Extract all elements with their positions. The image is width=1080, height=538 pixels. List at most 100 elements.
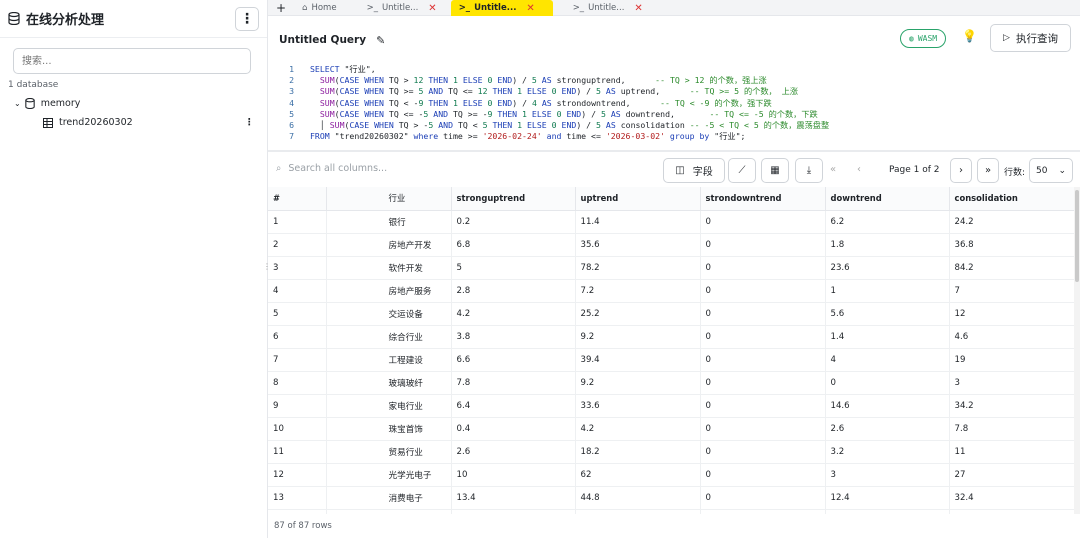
table-cell[interactable]: 0 (700, 371, 826, 396)
table-cell[interactable]: 13 (268, 486, 327, 511)
table-cell[interactable]: 0.4 (451, 417, 576, 442)
table-cell[interactable]: 贸易行业 (326, 440, 452, 465)
table-cell[interactable]: 0 (700, 463, 826, 488)
table-cell[interactable]: 5 (268, 302, 327, 326)
table-cell[interactable]: 交运设备 (326, 302, 452, 326)
sidebar-search[interactable] (13, 48, 251, 74)
table-cell[interactable]: 珠宝首饰 (326, 417, 452, 442)
table-scrollbar-thumb[interactable] (1075, 190, 1079, 282)
table-cell[interactable] (268, 509, 327, 514)
column-header[interactable]: # (268, 187, 327, 211)
editor-divider[interactable] (268, 150, 1080, 152)
table-cell[interactable]: 消费电子 (326, 486, 452, 511)
fields-button[interactable]: ◫ 字段 (663, 158, 725, 183)
table-cell[interactable]: 7 (949, 279, 1074, 303)
table-cell[interactable]: 9.2 (575, 371, 701, 396)
table-cell[interactable]: 11 (268, 440, 327, 465)
table-cell[interactable]: 27 (949, 463, 1074, 488)
table-cell[interactable]: 6 (268, 325, 327, 349)
sidebar-search-input[interactable] (14, 49, 250, 73)
table-cell[interactable]: 6.6 (451, 348, 576, 372)
table-cell[interactable]: 6.8 (451, 233, 576, 257)
lightbulb-icon[interactable]: 💡 (962, 29, 977, 43)
column-header[interactable]: 行业 (326, 187, 452, 211)
first-page-icon[interactable]: « (830, 164, 836, 175)
table-cell[interactable]: 14.6 (825, 394, 950, 419)
table-cell[interactable]: 7.8 (451, 371, 576, 396)
sql-editor[interactable]: 1 2 3 4 5 6 7 SELECT "行业", SUM(CASE WHEN… (268, 60, 1080, 146)
table-cell[interactable]: 12 (268, 463, 327, 488)
table-cell[interactable]: 4.2 (575, 417, 701, 442)
table-row[interactable]: 5 交运设备 4.2 25.2 0 5.6 12 (268, 302, 1074, 326)
table-cell[interactable]: 2.8 (451, 279, 576, 303)
table-row[interactable] (268, 509, 1074, 514)
table-row[interactable]: 13 消费电子 13.4 44.8 0 12.4 32.4 (268, 486, 1074, 511)
table-cell[interactable]: 0 (825, 371, 950, 396)
tree-item-memory[interactable]: ⌄ memory (14, 98, 80, 109)
table-row[interactable]: 10 珠宝首饰 0.4 4.2 0 2.6 7.8 (268, 417, 1074, 442)
table-cell[interactable]: 12.4 (825, 486, 950, 511)
table-cell[interactable] (949, 509, 1074, 514)
table-cell[interactable]: 19 (949, 348, 1074, 372)
table-row[interactable]: 11 贸易行业 2.6 18.2 0 3.2 11 (268, 440, 1074, 465)
table-cell[interactable] (451, 509, 576, 514)
table-cell[interactable]: 62 (575, 463, 701, 488)
run-query-button[interactable]: ▷ 执行查询 (990, 24, 1071, 52)
table-cell[interactable] (700, 509, 826, 514)
table-cell[interactable]: 0 (700, 440, 826, 465)
table-cell[interactable]: 7.8 (949, 417, 1074, 442)
table-cell[interactable]: 10 (451, 463, 576, 488)
table-cell[interactable] (326, 509, 452, 514)
table-cell[interactable]: 房地产服务 (326, 279, 452, 303)
table-cell[interactable]: 13.4 (451, 486, 576, 511)
table-cell[interactable]: 84.2 (949, 256, 1074, 280)
table-cell[interactable]: 3 (949, 371, 1074, 396)
edit-icon[interactable]: ✎ (376, 34, 385, 47)
table-cell[interactable]: 4 (268, 279, 327, 303)
column-header[interactable]: downtrend (825, 187, 950, 211)
table-row[interactable]: 6 综合行业 3.8 9.2 0 1.4 4.6 (268, 325, 1074, 349)
last-page-button[interactable]: » (977, 158, 999, 183)
table-row[interactable]: 7 工程建设 6.6 39.4 0 4 19 (268, 348, 1074, 372)
table-cell[interactable]: 0 (700, 394, 826, 419)
table-cell[interactable]: 6.2 (825, 210, 950, 234)
next-page-button[interactable]: › (950, 158, 972, 183)
table-cell[interactable]: 0 (700, 325, 826, 349)
table-cell[interactable]: 7 (268, 348, 327, 372)
more-vertical-icon[interactable]: ⋮ (245, 117, 255, 128)
table-cell[interactable]: 3 (825, 463, 950, 488)
calculator-button[interactable]: ▦ (761, 158, 789, 183)
table-cell[interactable]: 软件开发 (326, 256, 452, 280)
table-cell[interactable]: 光学光电子 (326, 463, 452, 488)
table-cell[interactable]: 1 (825, 279, 950, 303)
table-cell[interactable]: 房地产开发 (326, 233, 452, 257)
table-cell[interactable]: 4 (825, 348, 950, 372)
table-cell[interactable]: 11 (949, 440, 1074, 465)
column-header[interactable]: consolidation (949, 187, 1074, 211)
table-row[interactable]: 12 光学光电子 10 62 0 3 27 (268, 463, 1074, 488)
table-cell[interactable]: 5.6 (825, 302, 950, 326)
prev-page-icon[interactable]: ‹ (857, 164, 861, 175)
table-cell[interactable]: 1 (268, 210, 327, 234)
table-row[interactable]: 8 玻璃玻纤 7.8 9.2 0 0 3 (268, 371, 1074, 396)
table-cell[interactable]: 10 (268, 417, 327, 442)
table-cell[interactable]: 44.8 (575, 486, 701, 511)
table-cell[interactable]: 32.4 (949, 486, 1074, 511)
table-cell[interactable]: 0 (700, 486, 826, 511)
table-cell[interactable]: 11.4 (575, 210, 701, 234)
table-cell[interactable]: 0.2 (451, 210, 576, 234)
table-cell[interactable]: 34.2 (949, 394, 1074, 419)
table-cell[interactable]: 9 (268, 394, 327, 419)
column-header[interactable]: stronguptrend (451, 187, 576, 211)
table-cell[interactable]: 0 (700, 256, 826, 280)
table-cell[interactable]: 33.6 (575, 394, 701, 419)
table-cell[interactable]: 玻璃玻纤 (326, 371, 452, 396)
table-cell[interactable] (825, 509, 950, 514)
table-cell[interactable]: 24.2 (949, 210, 1074, 234)
tab-query-2[interactable]: >_ Untitle... ✕ (450, 0, 553, 16)
table-cell[interactable]: 18.2 (575, 440, 701, 465)
close-icon[interactable]: ✕ (634, 3, 642, 14)
download-button[interactable]: ⤓ (795, 158, 823, 183)
table-cell[interactable]: 8 (268, 371, 327, 396)
table-cell[interactable]: 3.8 (451, 325, 576, 349)
